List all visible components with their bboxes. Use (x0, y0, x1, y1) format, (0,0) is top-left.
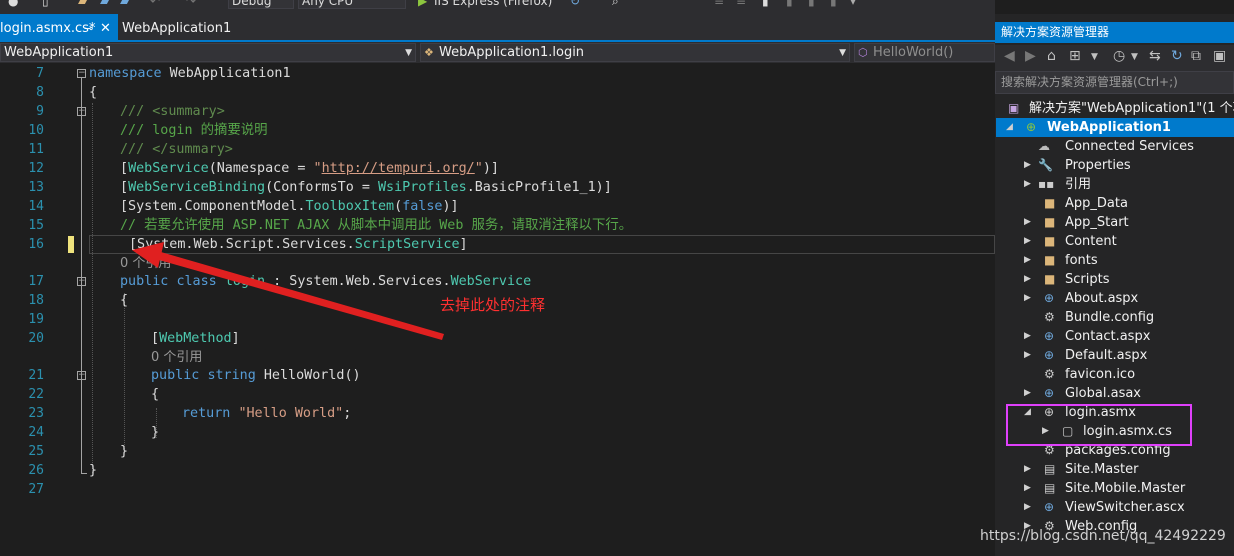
tree-item[interactable]: ■ App_Data (1024, 194, 1234, 213)
config-file-icon: ⚙ (1044, 310, 1055, 324)
tree-item-label: 解决方案"WebApplication1"(1 个项目 (1029, 101, 1234, 116)
tree-item-label: Contact.aspx (1065, 329, 1151, 344)
user-control-icon: ⊕ (1044, 500, 1055, 514)
back-icon[interactable]: ◀ (1004, 48, 1015, 64)
tree-item[interactable]: ▶ 🔧 Properties (1024, 156, 1234, 175)
sync-icon[interactable]: ⇆ (1149, 48, 1161, 64)
expand-right-icon[interactable]: ▶ (1024, 479, 1031, 498)
tree-item-label: Site.Master (1065, 462, 1139, 477)
expand-right-icon[interactable]: ▶ (1024, 346, 1031, 365)
switch-views-icon[interactable]: ⊞ (1069, 48, 1081, 64)
tree-item[interactable]: ☁ Connected Services (1024, 137, 1234, 156)
expand-right-icon[interactable]: ▶ (1024, 384, 1031, 403)
tree-item-label: Default.aspx (1065, 348, 1148, 363)
tree-item-label: Content (1065, 234, 1117, 249)
expand-right-icon[interactable]: ▶ (1024, 251, 1031, 270)
arrow-shaft (152, 250, 444, 340)
tree-item-label: WebApplication1 (1047, 120, 1171, 135)
pending-changes-icon[interactable]: ◷ (1113, 48, 1125, 64)
expand-right-icon[interactable]: ▶ (1024, 175, 1031, 194)
master-page-icon: ▤ (1044, 462, 1056, 476)
expand-right-icon[interactable]: ▶ (1024, 213, 1031, 232)
watermark-url: https://blog.csdn.net/qq_42492229 (980, 528, 1226, 544)
tree-item-label: App_Data (1065, 196, 1128, 211)
tree-item-label: 引用 (1065, 177, 1092, 192)
tree-item-label: Scripts (1065, 272, 1110, 287)
tree-item-label: About.aspx (1065, 291, 1139, 306)
tree-item[interactable]: ▶ ⊕ Contact.aspx (1024, 327, 1234, 346)
references-icon: ▪▪ (1038, 177, 1055, 191)
annotation-arrow (132, 242, 444, 340)
tree-item-label: favicon.ico (1065, 367, 1136, 382)
chevron-down-icon[interactable]: ▼ (1091, 52, 1098, 62)
tree-item[interactable]: ▶ ■ fonts (1024, 251, 1234, 270)
tree-item[interactable]: ▶ ■ Content (1024, 232, 1234, 251)
expand-down-icon[interactable]: ◢ (1006, 118, 1013, 137)
annotation-highlight-box (1006, 404, 1192, 446)
home-icon[interactable]: ⌂ (1047, 48, 1056, 64)
solution-explorer-title[interactable]: 解决方案资源管理器 (995, 22, 1234, 43)
tree-item-solution[interactable]: ▣ 解决方案"WebApplication1"(1 个项目 (1008, 99, 1234, 118)
expand-right-icon[interactable]: ▶ (1024, 327, 1031, 346)
tree-item[interactable]: ⚙ Bundle.config (1024, 308, 1234, 327)
arrow-head (132, 242, 164, 268)
tree-item-label: fonts (1065, 253, 1098, 268)
tree-item[interactable]: ▶ ■ App_Start (1024, 213, 1234, 232)
expand-right-icon[interactable]: ▶ (1024, 232, 1031, 251)
solution-icon: ▣ (1008, 101, 1020, 115)
tree-item[interactable]: ▶ ▪▪ 引用 (1024, 175, 1234, 194)
tree-item-label: Connected Services (1065, 139, 1194, 154)
tree-item-project[interactable]: ◢ ⊕ WebApplication1 (996, 118, 1234, 137)
expand-right-icon[interactable]: ▶ (1024, 156, 1031, 175)
show-all-files-icon[interactable]: ▣ (1213, 48, 1226, 64)
folder-icon: ■ (1044, 196, 1056, 210)
expand-right-icon[interactable]: ▶ (1024, 498, 1031, 517)
tree-item[interactable]: ▶ ⊕ Global.asax (1024, 384, 1234, 403)
folder-icon: ■ (1044, 253, 1056, 267)
tree-item-label: ViewSwitcher.ascx (1065, 500, 1185, 515)
expand-right-icon[interactable]: ▶ (1024, 289, 1031, 308)
forward-icon[interactable]: ▶ (1025, 48, 1036, 64)
tree-item[interactable]: ⚙ favicon.ico (1024, 365, 1234, 384)
connected-services-icon: ☁ (1038, 139, 1050, 153)
tree-item-label: Properties (1065, 158, 1131, 173)
collapse-all-icon[interactable]: ⧉ (1191, 48, 1201, 64)
tree-item-label: Global.asax (1065, 386, 1142, 401)
tree-item[interactable]: ▶ ⊕ Default.aspx (1024, 346, 1234, 365)
refresh-icon[interactable]: ↻ (1171, 48, 1183, 64)
tree-item-label: App_Start (1065, 215, 1129, 230)
web-page-icon: ⊕ (1044, 291, 1055, 305)
folder-icon: ■ (1044, 234, 1056, 248)
expand-right-icon[interactable]: ▶ (1024, 460, 1031, 479)
tree-item[interactable]: ▶ ▤ Site.Master (1024, 460, 1234, 479)
master-page-icon: ▤ (1044, 481, 1056, 495)
tree-item[interactable]: ▶ ⊕ About.aspx (1024, 289, 1234, 308)
favicon-icon: ⚙ (1044, 367, 1055, 381)
folder-icon: ■ (1044, 272, 1056, 286)
tree-item[interactable]: ▶ ■ Scripts (1024, 270, 1234, 289)
tree-item-label: Bundle.config (1065, 310, 1155, 325)
global-asax-icon: ⊕ (1044, 386, 1055, 400)
project-icon: ⊕ (1026, 120, 1037, 134)
web-page-icon: ⊕ (1044, 348, 1055, 362)
chevron-down-icon[interactable]: ▼ (1131, 52, 1138, 62)
tree-item[interactable]: ▶ ⊕ ViewSwitcher.ascx (1024, 498, 1234, 517)
expand-right-icon[interactable]: ▶ (1024, 270, 1031, 289)
wrench-icon: 🔧 (1038, 158, 1053, 172)
solution-explorer-toolbar: ◀ ▶ ⌂ ⊞ ▼ ◷ ▼ ⇆ ↻ ⧉ ▣ (995, 45, 1234, 71)
annotation-text: 去掉此处的注释 (440, 296, 546, 314)
solution-search-input[interactable]: 搜索解决方案资源管理器(Ctrl+;) (995, 71, 1234, 94)
folder-icon: ■ (1044, 215, 1056, 229)
tree-item-label: Site.Mobile.Master (1065, 481, 1186, 496)
tree-item[interactable]: ▶ ▤ Site.Mobile.Master (1024, 479, 1234, 498)
web-page-icon: ⊕ (1044, 329, 1055, 343)
